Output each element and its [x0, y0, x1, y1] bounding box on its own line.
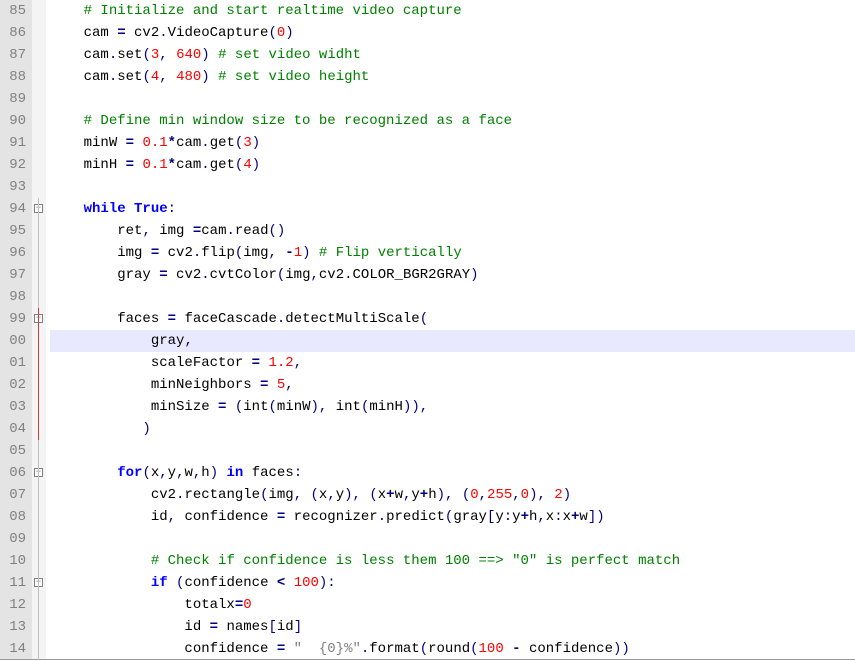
- code-line[interactable]: for(x,y,w,h) in faces:: [50, 462, 855, 484]
- code-line[interactable]: minW = 0.1*cam.get(3): [50, 132, 855, 154]
- fold-cell[interactable]: [32, 506, 46, 528]
- code-line[interactable]: minNeighbors = 5,: [50, 374, 855, 396]
- code-line[interactable]: ): [50, 418, 855, 440]
- line-number: 01: [0, 352, 26, 374]
- line-number: 85: [0, 0, 26, 22]
- line-number: 94: [0, 198, 26, 220]
- fold-cell[interactable]: [32, 242, 46, 264]
- line-number: 10: [0, 550, 26, 572]
- line-number: 05: [0, 440, 26, 462]
- code-line[interactable]: # Check if confidence is less them 100 =…: [50, 550, 855, 572]
- line-number: 09: [0, 528, 26, 550]
- code-area[interactable]: # Initialize and start realtime video ca…: [46, 0, 855, 659]
- fold-cell[interactable]: [32, 440, 46, 462]
- fold-cell[interactable]: [32, 286, 46, 308]
- line-number: 90: [0, 110, 26, 132]
- fold-cell[interactable]: [32, 88, 46, 110]
- code-line[interactable]: cam.set(3, 640) # set video widht: [50, 44, 855, 66]
- code-line[interactable]: totalx=0: [50, 594, 855, 616]
- code-line[interactable]: faces = faceCascade.detectMultiScale(: [50, 308, 855, 330]
- fold-cell[interactable]: −: [32, 462, 46, 484]
- fold-cell[interactable]: [32, 594, 46, 616]
- line-number: 92: [0, 154, 26, 176]
- code-line[interactable]: id, confidence = recognizer.predict(gray…: [50, 506, 855, 528]
- line-number: 07: [0, 484, 26, 506]
- fold-cell[interactable]: [32, 132, 46, 154]
- line-number: 96: [0, 242, 26, 264]
- line-number: 13: [0, 616, 26, 638]
- code-line[interactable]: id = names[id]: [50, 616, 855, 638]
- fold-cell[interactable]: [32, 22, 46, 44]
- fold-cell[interactable]: [32, 0, 46, 22]
- line-number: 98: [0, 286, 26, 308]
- code-line[interactable]: cv2.rectangle(img, (x,y), (x+w,y+h), (0,…: [50, 484, 855, 506]
- line-number: 97: [0, 264, 26, 286]
- fold-cell[interactable]: [32, 154, 46, 176]
- fold-cell[interactable]: [32, 638, 46, 660]
- fold-cell[interactable]: [32, 352, 46, 374]
- line-number: 95: [0, 220, 26, 242]
- code-line[interactable]: [50, 88, 855, 110]
- code-line[interactable]: [50, 528, 855, 550]
- line-number: 04: [0, 418, 26, 440]
- code-line[interactable]: cam = cv2.VideoCapture(0): [50, 22, 855, 44]
- fold-cell[interactable]: [32, 374, 46, 396]
- line-number: 14: [0, 638, 26, 660]
- line-number: 03: [0, 396, 26, 418]
- line-number: 86: [0, 22, 26, 44]
- line-number-gutter: 8586878889909192939495969798990001020304…: [0, 0, 32, 659]
- line-number: 12: [0, 594, 26, 616]
- fold-cell[interactable]: [32, 264, 46, 286]
- code-line[interactable]: ret, img =cam.read(): [50, 220, 855, 242]
- fold-cell[interactable]: [32, 418, 46, 440]
- line-number: 00: [0, 330, 26, 352]
- fold-cell[interactable]: [32, 220, 46, 242]
- line-number: 87: [0, 44, 26, 66]
- fold-cell[interactable]: [32, 616, 46, 638]
- fold-margin[interactable]: − − − −: [32, 0, 46, 659]
- code-line[interactable]: gray = cv2.cvtColor(img,cv2.COLOR_BGR2GR…: [50, 264, 855, 286]
- code-line[interactable]: minSize = (int(minW), int(minH)),: [50, 396, 855, 418]
- code-line[interactable]: if (confidence < 100):: [50, 572, 855, 594]
- fold-cell[interactable]: [32, 550, 46, 572]
- line-number: 06: [0, 462, 26, 484]
- fold-cell[interactable]: [32, 66, 46, 88]
- code-editor[interactable]: 8586878889909192939495969798990001020304…: [0, 0, 855, 660]
- code-line[interactable]: confidence = " {0}%".format(round(100 - …: [50, 638, 855, 660]
- line-number: 88: [0, 66, 26, 88]
- code-line[interactable]: # Define min window size to be recognize…: [50, 110, 855, 132]
- code-line[interactable]: # Initialize and start realtime video ca…: [50, 0, 855, 22]
- fold-cell[interactable]: [32, 176, 46, 198]
- line-number: 08: [0, 506, 26, 528]
- code-line[interactable]: img = cv2.flip(img, -1) # Flip verticall…: [50, 242, 855, 264]
- line-number: 99: [0, 308, 26, 330]
- code-line[interactable]: while True:: [50, 198, 855, 220]
- line-number: 91: [0, 132, 26, 154]
- fold-cell[interactable]: [32, 330, 46, 352]
- code-line[interactable]: gray,: [50, 330, 855, 352]
- fold-cell[interactable]: [32, 110, 46, 132]
- code-line[interactable]: cam.set(4, 480) # set video height: [50, 66, 855, 88]
- fold-cell[interactable]: −: [32, 572, 46, 594]
- line-number: 93: [0, 176, 26, 198]
- line-number: 89: [0, 88, 26, 110]
- code-line[interactable]: scaleFactor = 1.2,: [50, 352, 855, 374]
- code-line[interactable]: [50, 176, 855, 198]
- line-number: 11: [0, 572, 26, 594]
- fold-cell[interactable]: [32, 396, 46, 418]
- fold-cell[interactable]: [32, 528, 46, 550]
- fold-cell[interactable]: [32, 44, 46, 66]
- fold-cell[interactable]: [32, 484, 46, 506]
- fold-cell[interactable]: −: [32, 308, 46, 330]
- fold-cell[interactable]: −: [32, 198, 46, 220]
- code-line[interactable]: [50, 440, 855, 462]
- code-line[interactable]: [50, 286, 855, 308]
- code-line[interactable]: minH = 0.1*cam.get(4): [50, 154, 855, 176]
- line-number: 02: [0, 374, 26, 396]
